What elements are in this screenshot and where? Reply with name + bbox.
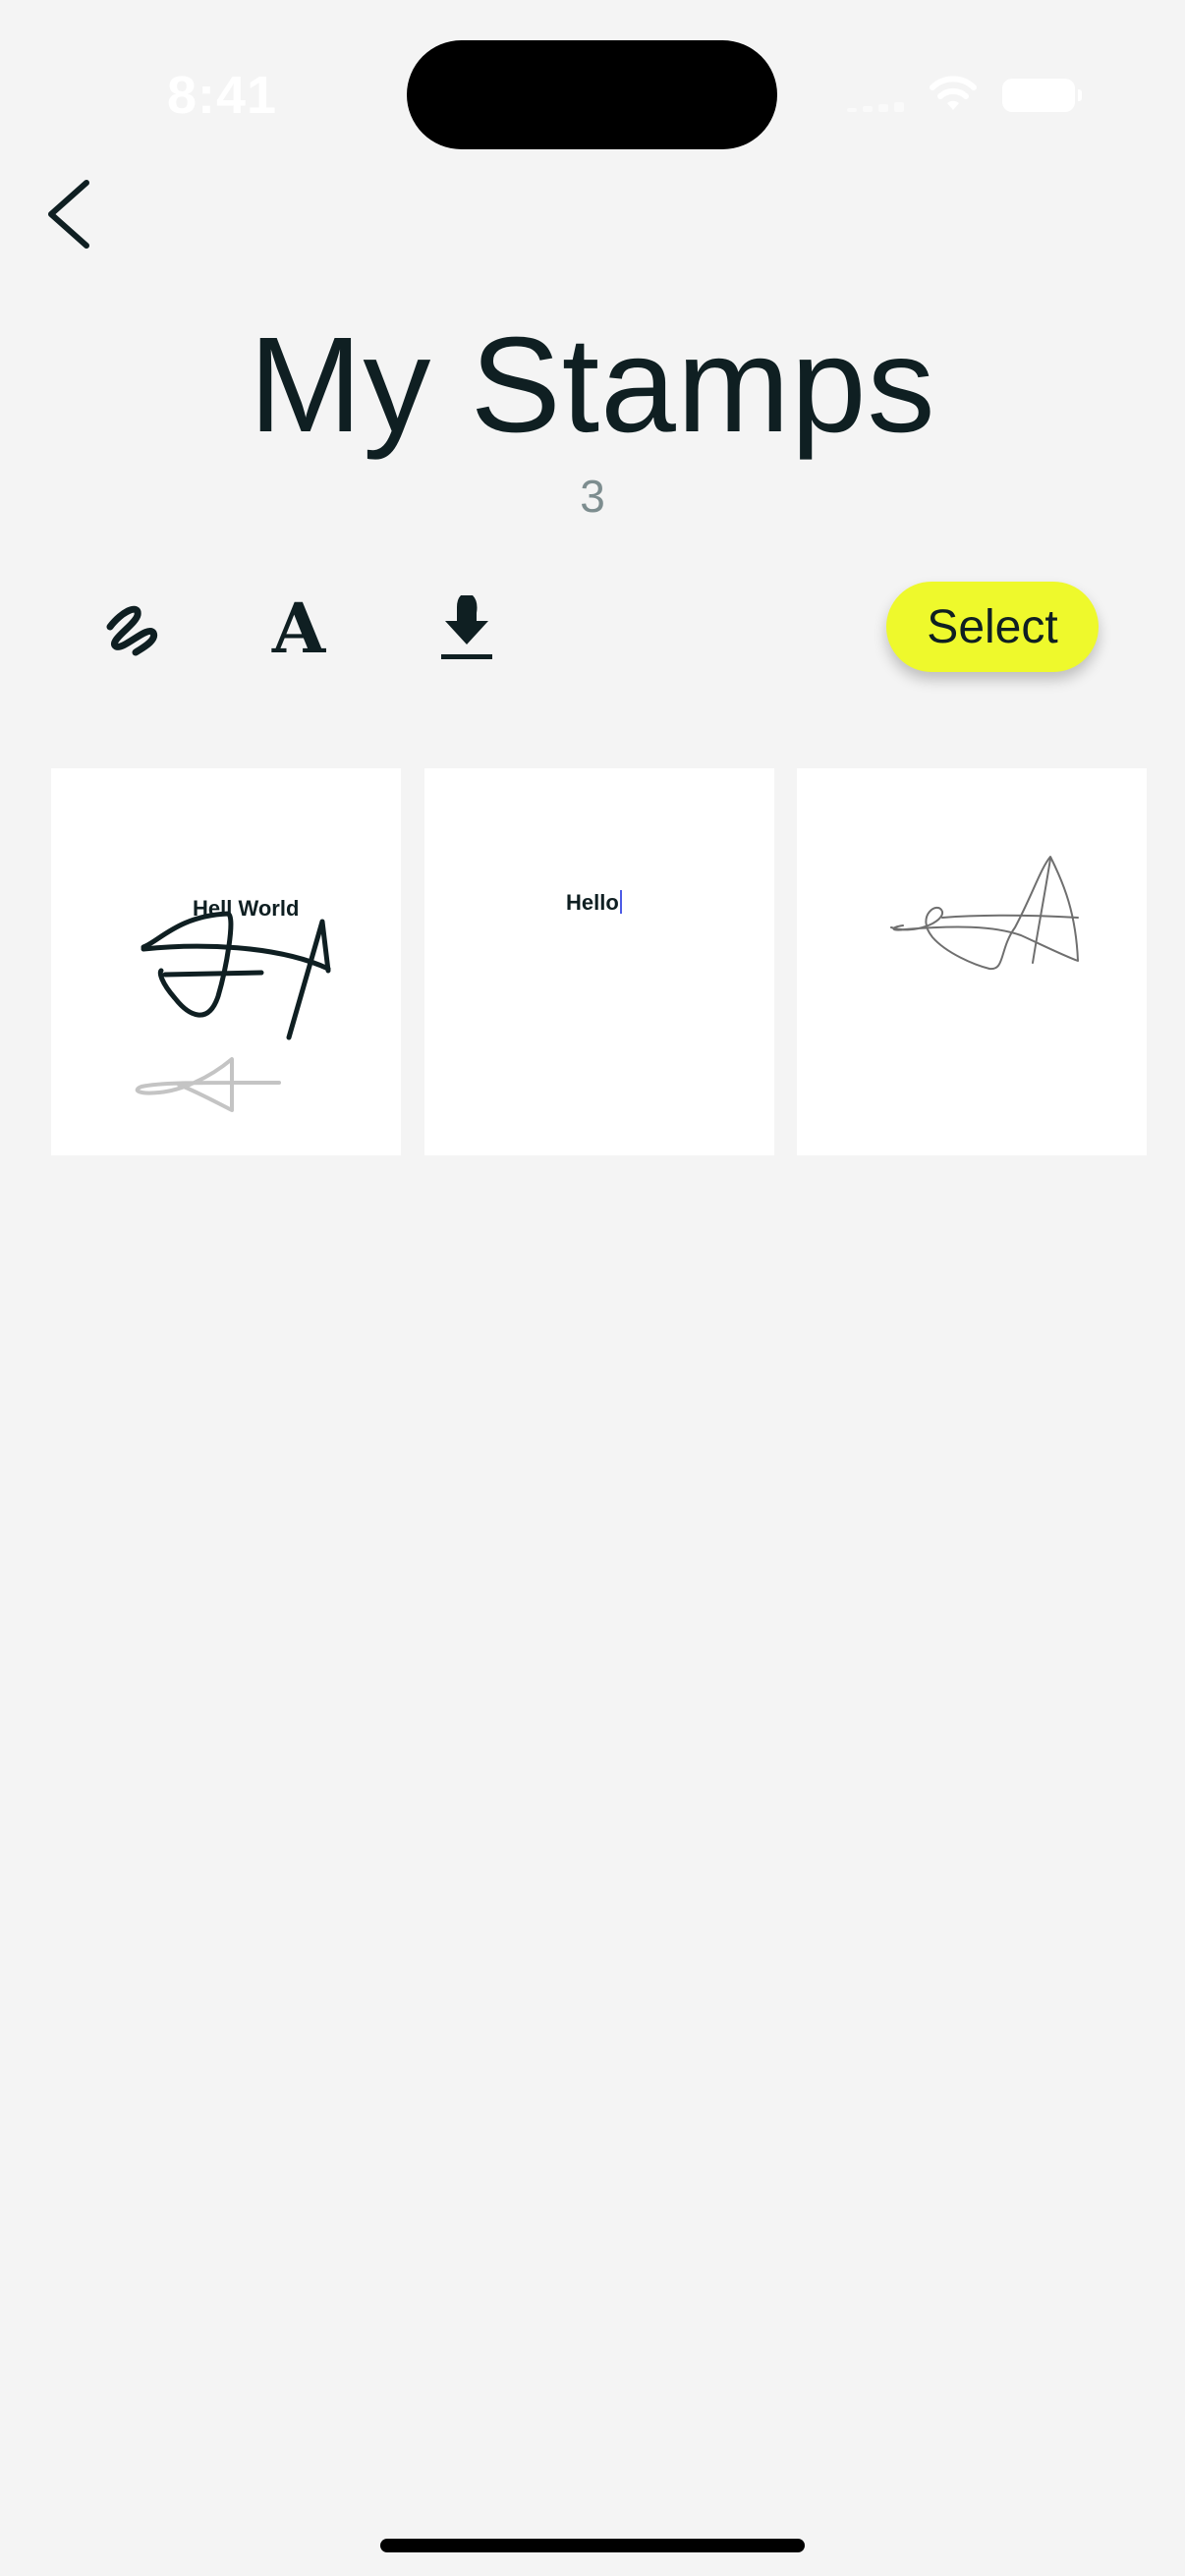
import-button[interactable] (427, 589, 506, 668)
text-cursor (619, 890, 622, 914)
status-bar: 8:41 (0, 0, 1185, 187)
home-indicator (380, 2539, 805, 2552)
page-title: My Stamps (249, 309, 936, 461)
text-a-icon: A (271, 588, 326, 669)
stamp-card[interactable]: Hello (424, 768, 774, 1155)
wifi-icon (928, 75, 979, 114)
stamp-text: Hello (566, 890, 619, 915)
stamp-text-wrap: Hello (566, 890, 622, 916)
stamp-card[interactable] (797, 768, 1147, 1155)
signal-icon (847, 96, 906, 112)
battery-icon (1002, 79, 1082, 112)
signature-drawing (890, 856, 1079, 971)
stamp-text: Hell World (193, 896, 300, 921)
chevron-left-icon (48, 180, 89, 249)
select-button[interactable]: Select (886, 582, 1099, 672)
dynamic-island (407, 40, 777, 149)
add-text-button[interactable]: A (259, 589, 338, 668)
back-button[interactable] (39, 175, 108, 253)
draw-signature-button[interactable] (94, 589, 173, 668)
status-time: 8:41 (167, 66, 278, 125)
stamp-grid: Hell World Hello (51, 768, 1147, 1155)
stamp-card[interactable]: Hell World (51, 768, 401, 1155)
signature-scribble-icon (106, 605, 158, 656)
download-icon (441, 595, 492, 659)
signature-drawing (135, 911, 331, 1112)
stamp-count: 3 (580, 471, 605, 522)
